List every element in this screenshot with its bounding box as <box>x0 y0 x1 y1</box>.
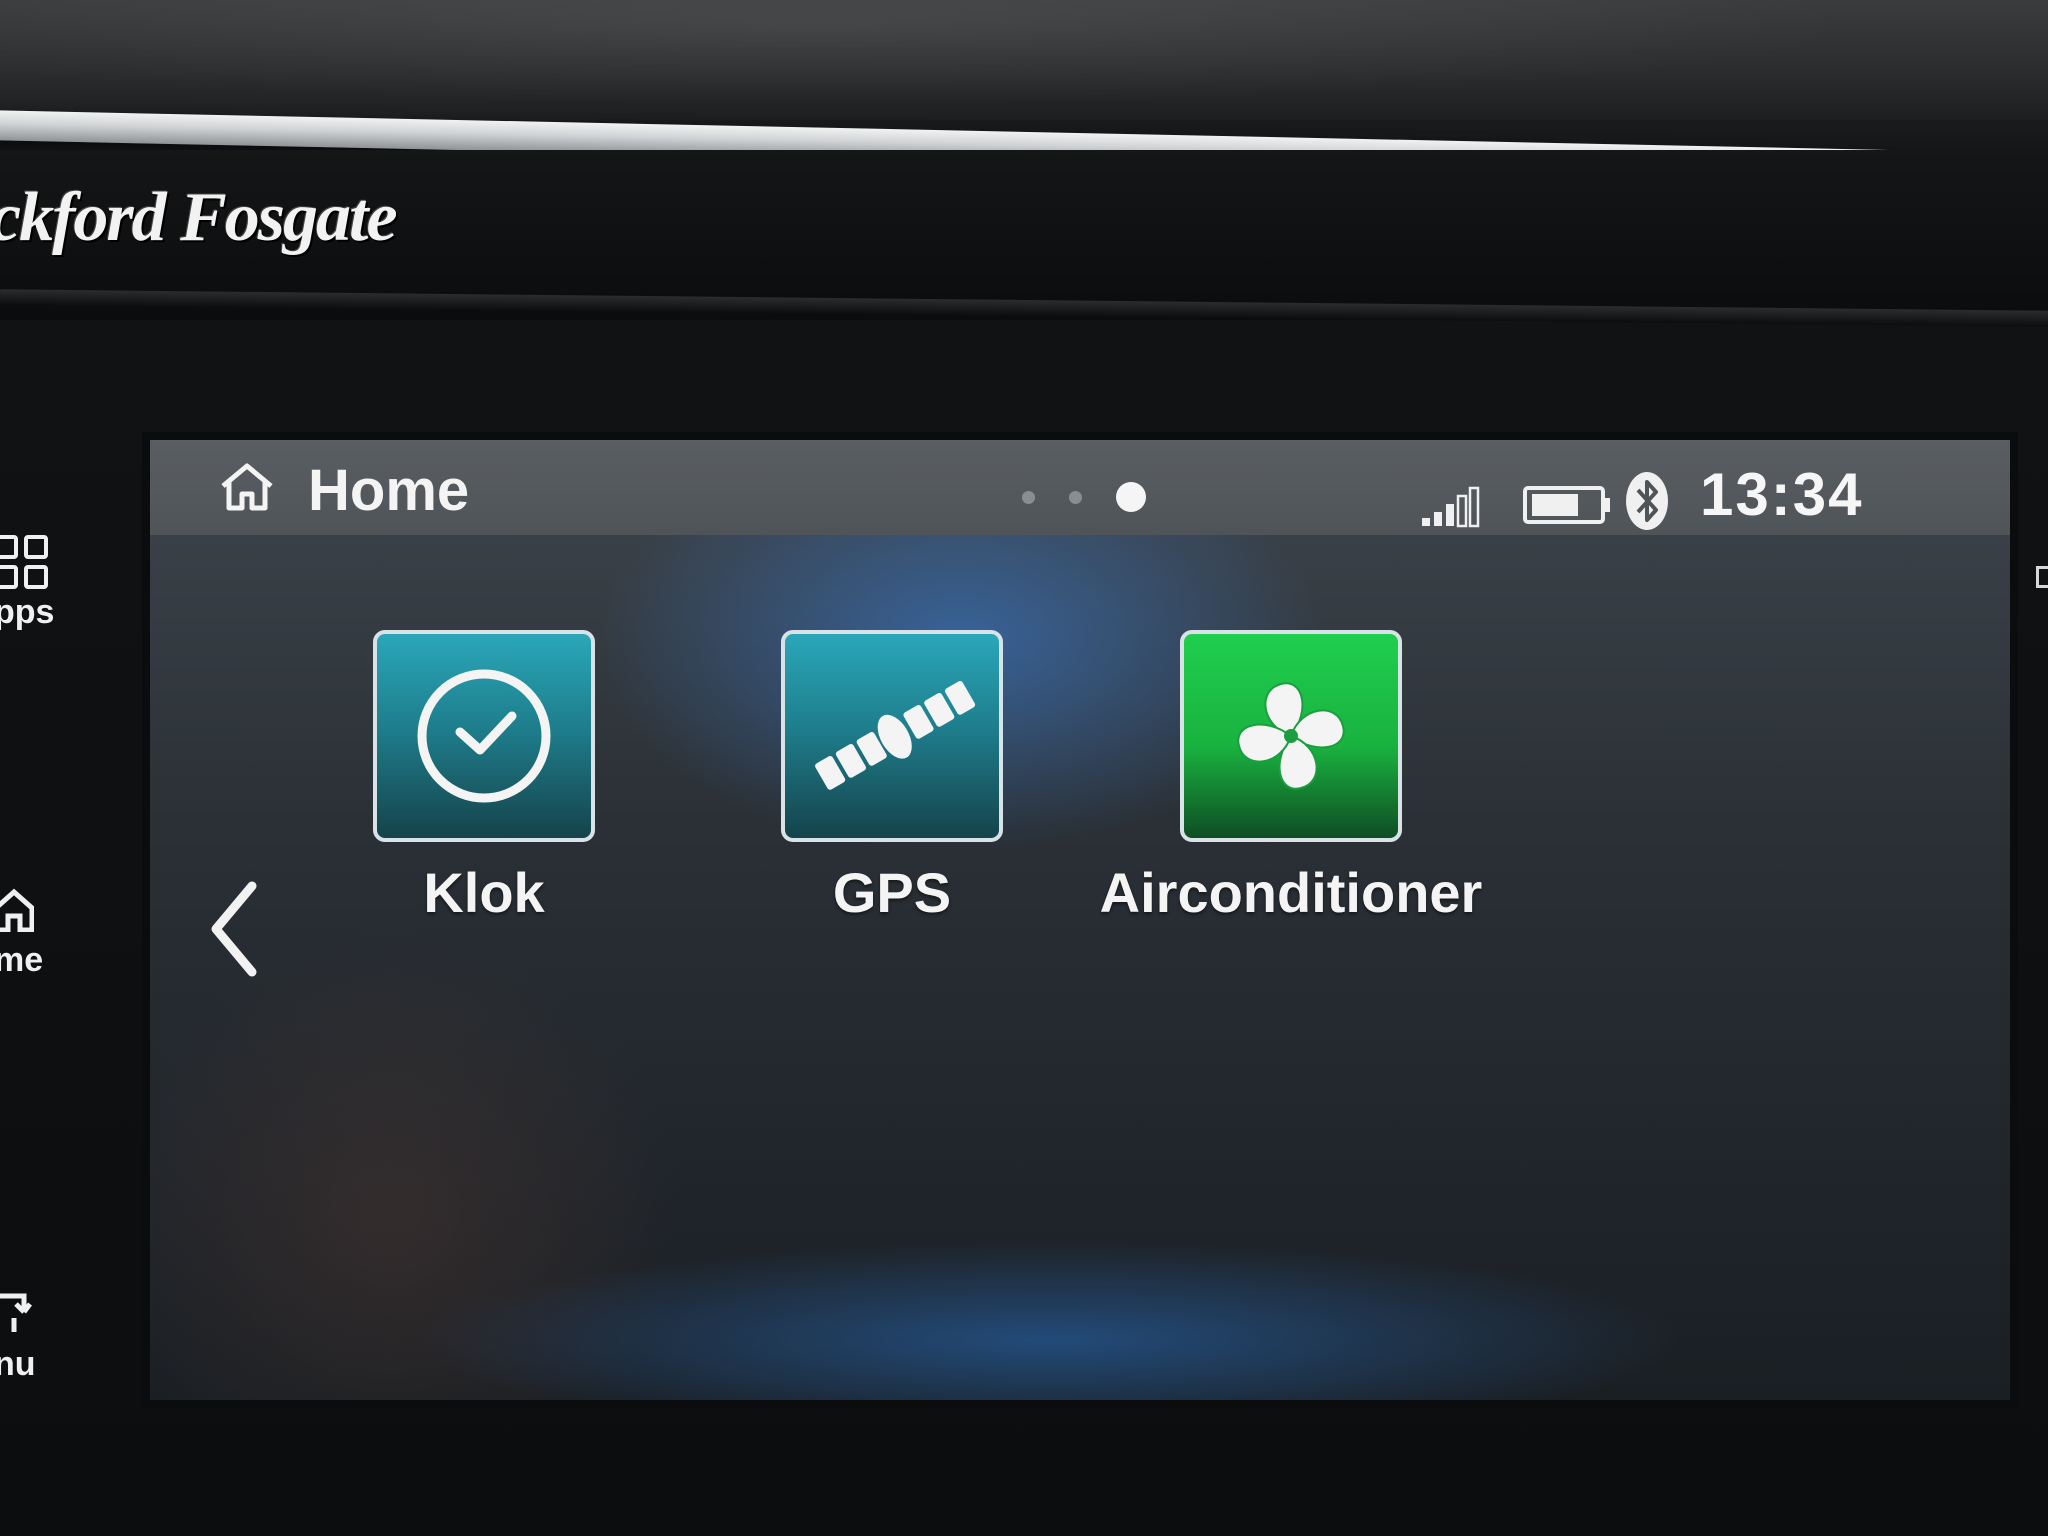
page-dot[interactable] <box>1022 490 1035 504</box>
home-icon[interactable] <box>218 462 276 512</box>
page-indicator <box>1022 482 1146 512</box>
dashboard-leather <box>0 0 2048 120</box>
infotainment-screen: Home 13:34 Klok GPS Airconditioner <box>150 440 2010 1400</box>
bluetooth-icon <box>1626 472 1668 530</box>
page-dot[interactable] <box>1069 490 1082 504</box>
page-title: Home <box>308 458 470 523</box>
app-tile[interactable] <box>781 630 1003 842</box>
fan-icon <box>1237 682 1345 790</box>
app-label: Airconditioner <box>1099 861 1483 924</box>
app-gps[interactable]: GPS <box>781 630 1003 925</box>
chevron-left-icon[interactable] <box>206 880 262 978</box>
satellite-icon <box>815 680 976 790</box>
clock-icon <box>417 669 551 803</box>
app-label: GPS <box>832 861 952 924</box>
home-icon <box>0 888 35 933</box>
app-klok[interactable]: Klok <box>373 630 595 925</box>
app-tile[interactable] <box>373 630 595 842</box>
home-hardware-button[interactable]: me <box>0 888 54 980</box>
signal-bars-icon <box>1422 486 1480 528</box>
status-clock: 13:34 <box>1700 461 1864 528</box>
menu-hardware-button[interactable]: nu <box>0 1292 54 1384</box>
battery-icon <box>1523 486 1610 524</box>
car-dashboard: ckford Fosgate pps me nu Home 13:34 Klok… <box>0 0 2048 1536</box>
app-tile[interactable] <box>1180 630 1402 842</box>
apps-grid-icon <box>0 535 54 589</box>
home-button-label: me <box>0 941 44 979</box>
apps-hardware-button[interactable]: pps <box>0 535 54 632</box>
menu-icon <box>0 1293 32 1332</box>
apps-button-label: pps <box>0 593 55 631</box>
app-label: Klok <box>423 861 545 924</box>
app-airconditioner[interactable]: Airconditioner <box>1100 630 1482 925</box>
right-hardware-button[interactable] <box>2036 566 2048 588</box>
page-dot-active[interactable] <box>1116 482 1146 512</box>
brand-logo: ckford Fosgate <box>0 179 398 256</box>
menu-button-label: nu <box>0 1345 36 1383</box>
status-bar: Home 13:34 <box>150 440 2010 535</box>
